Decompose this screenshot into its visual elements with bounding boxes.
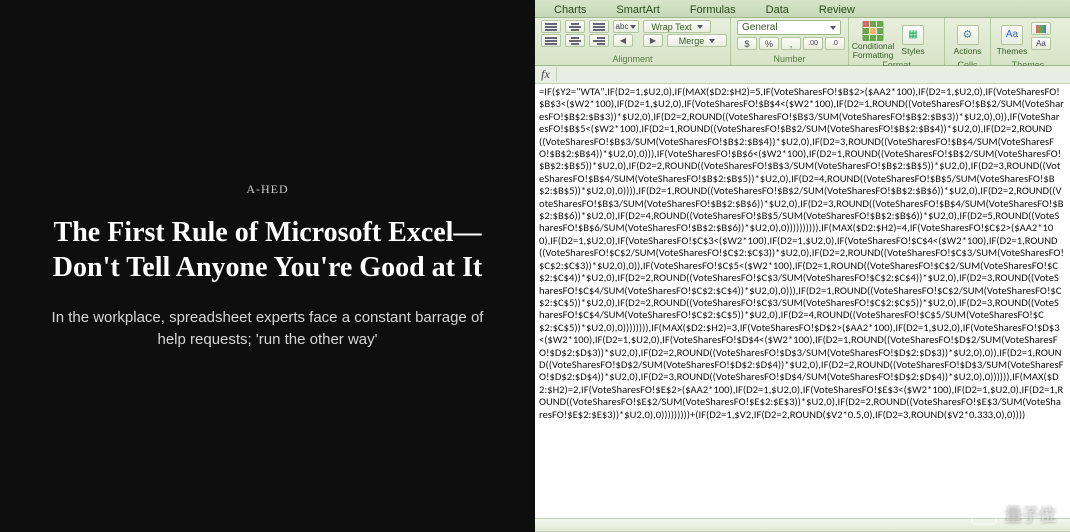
percent-button[interactable]: % bbox=[759, 37, 779, 50]
currency-button[interactable]: $ bbox=[737, 37, 757, 50]
tab-formulas[interactable]: Formulas bbox=[675, 0, 751, 17]
article-kicker: A-HED bbox=[246, 182, 288, 197]
decrease-decimal-button[interactable]: .0 bbox=[825, 37, 845, 50]
align-center-button[interactable] bbox=[565, 34, 585, 47]
watermark-icon bbox=[971, 503, 997, 525]
conditional-formatting-button[interactable]: Conditional Formatting bbox=[855, 20, 891, 60]
group-alignment: abc ◀ Wrap Text ▶ Merge Alignment bbox=[535, 18, 731, 65]
ribbon: abc ◀ Wrap Text ▶ Merge Alignment Genera… bbox=[535, 18, 1070, 66]
orientation-button[interactable]: abc bbox=[613, 20, 639, 33]
increase-indent-button[interactable]: ▶ bbox=[643, 34, 663, 47]
tab-data[interactable]: Data bbox=[751, 0, 804, 17]
article-panel: A-HED The First Rule of Microsoft Excel—… bbox=[0, 0, 535, 532]
align-right-button[interactable] bbox=[589, 34, 609, 47]
actions-button[interactable]: ⚙ Actions bbox=[951, 20, 984, 60]
actions-icon: ⚙ bbox=[957, 25, 979, 45]
group-cells: ⚙ Actions Cells bbox=[945, 18, 991, 65]
group-number: General $ % , .00 .0 Number bbox=[731, 18, 849, 65]
article-dek: In the workplace, spreadsheet experts fa… bbox=[48, 307, 488, 351]
conditional-formatting-icon bbox=[862, 21, 884, 41]
article-headline: The First Rule of Microsoft Excel—Don't … bbox=[35, 215, 500, 285]
theme-colors-button[interactable] bbox=[1031, 22, 1051, 35]
theme-fonts-button[interactable]: Aa bbox=[1031, 37, 1051, 50]
group-format: Conditional Formatting ▦ Styles Format bbox=[849, 18, 945, 65]
watermark: 量子位 bbox=[971, 501, 1056, 526]
excel-panel: Charts SmartArt Formulas Data Review bbox=[535, 0, 1070, 532]
tab-smartart[interactable]: SmartArt bbox=[601, 0, 674, 17]
group-alignment-label: Alignment bbox=[541, 54, 724, 65]
align-left-button[interactable] bbox=[541, 34, 561, 47]
ribbon-tabs: Charts SmartArt Formulas Data Review bbox=[535, 0, 1070, 18]
formula-text[interactable]: =IF($Y2="WTA",IF(D2=1,$U2,0),IF(MAX($D2:… bbox=[535, 84, 1070, 518]
tab-review[interactable]: Review bbox=[804, 0, 870, 17]
merge-button[interactable]: Merge bbox=[667, 34, 727, 47]
themes-button[interactable]: Aa Themes bbox=[997, 20, 1027, 60]
watermark-text: 量子位 bbox=[1005, 501, 1056, 526]
increase-decimal-button[interactable]: .00 bbox=[803, 37, 823, 50]
styles-icon: ▦ bbox=[902, 25, 924, 45]
group-themes: Aa Themes Aa Themes bbox=[991, 18, 1065, 65]
tab-charts[interactable]: Charts bbox=[539, 0, 601, 17]
formula-bar: fx bbox=[535, 66, 1070, 84]
wrap-text-button[interactable]: Wrap Text bbox=[643, 20, 711, 33]
align-bottom-button[interactable] bbox=[589, 20, 609, 33]
number-format-select[interactable]: General bbox=[737, 20, 841, 35]
decrease-indent-button[interactable]: ◀ bbox=[613, 34, 633, 47]
themes-icon: Aa bbox=[1001, 25, 1023, 45]
comma-button[interactable]: , bbox=[781, 37, 801, 50]
fx-label[interactable]: fx bbox=[535, 67, 557, 82]
align-top-button[interactable] bbox=[541, 20, 561, 33]
align-middle-button[interactable] bbox=[565, 20, 585, 33]
group-number-label: Number bbox=[737, 54, 842, 65]
styles-button[interactable]: ▦ Styles bbox=[895, 20, 931, 60]
